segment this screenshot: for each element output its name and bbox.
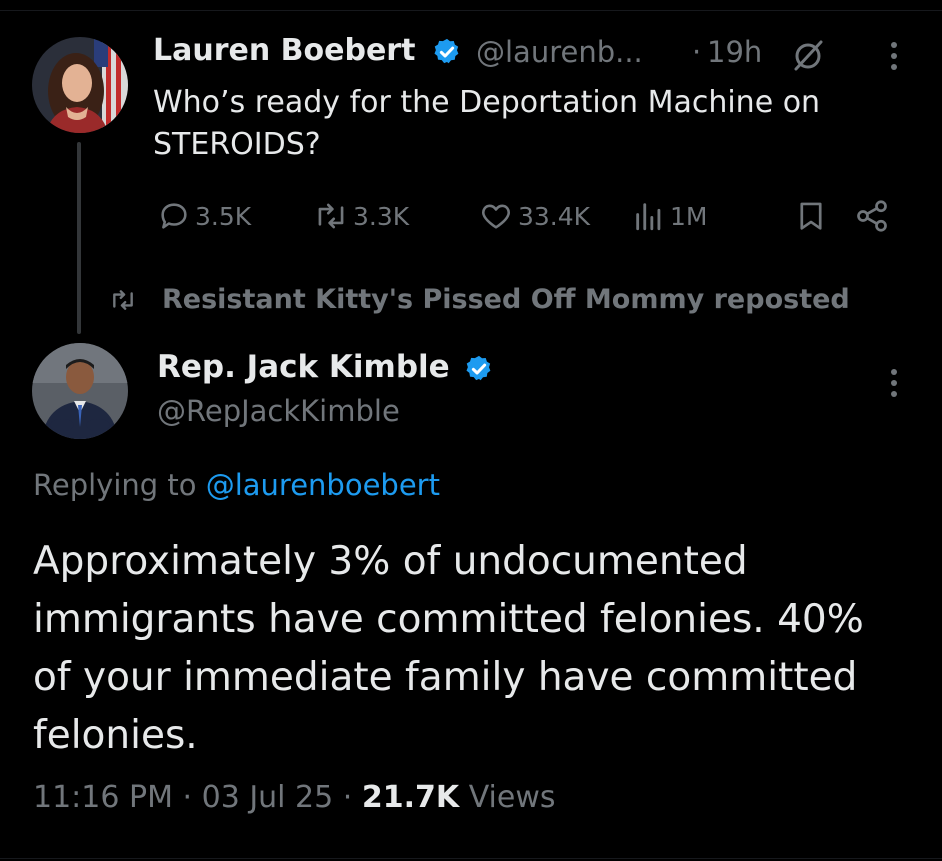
- reply-icon: [161, 203, 187, 229]
- avatar-lauren-boebert[interactable]: [32, 37, 128, 133]
- bottom-divider: [0, 858, 942, 859]
- avatar-image: [32, 343, 128, 439]
- post-text: Approximately 3% of undocumented immigra…: [33, 539, 864, 758]
- heart-icon: [482, 204, 510, 229]
- like-count: 33.4K: [518, 201, 591, 231]
- repost-banner[interactable]: Resistant Kitty's Pissed Off Mommy repos…: [108, 284, 850, 315]
- grok-icon[interactable]: [790, 38, 826, 74]
- verified-badge-icon[interactable]: [464, 354, 494, 384]
- top-divider: [0, 10, 942, 11]
- quoted-author-handle[interactable]: @laurenb...: [476, 35, 643, 69]
- post-time[interactable]: 11:16 PM: [33, 780, 173, 815]
- quoted-timestamp[interactable]: 19h: [707, 35, 762, 69]
- quoted-author-name[interactable]: Lauren Boebert: [153, 33, 415, 68]
- reply-action[interactable]: 3.5K: [157, 196, 251, 236]
- views-action[interactable]: 1M: [632, 196, 707, 236]
- post-view-count[interactable]: 21.7K: [362, 780, 459, 815]
- repost-icon: [318, 203, 344, 229]
- separator-dot: ·: [692, 35, 702, 69]
- replying-to-label: Replying to: [33, 468, 197, 502]
- share-icon[interactable]: [854, 198, 890, 234]
- repost-action[interactable]: 3.3K: [313, 196, 409, 236]
- reply-count: 3.5K: [195, 201, 252, 231]
- post-more-options-icon[interactable]: [884, 369, 904, 402]
- repost-count: 3.3K: [353, 201, 410, 231]
- separator-dot: ·: [342, 780, 353, 815]
- post-views-label: Views: [468, 780, 556, 815]
- bookmark-icon[interactable]: [794, 198, 828, 234]
- repost-banner-text: Resistant Kitty's Pissed Off Mommy repos…: [162, 284, 850, 315]
- post-author-name[interactable]: Rep. Jack Kimble: [157, 349, 450, 385]
- replying-to-link[interactable]: @laurenboebert: [206, 468, 440, 502]
- replying-to: Replying to @laurenboebert: [33, 468, 440, 502]
- quoted-tweet-text: Who’s ready for the Deportation Machine …: [153, 85, 821, 162]
- post-author-handle[interactable]: @RepJackKimble: [157, 394, 400, 428]
- like-action[interactable]: 33.4K: [478, 196, 590, 236]
- verified-badge-icon[interactable]: [432, 37, 462, 67]
- thread-connector-line: [77, 142, 81, 334]
- post-footer: 11:16 PM · 03 Jul 25 · 21.7K Views: [33, 780, 556, 815]
- separator-dot: ·: [182, 780, 193, 815]
- avatar-image: [32, 37, 128, 133]
- avatar-jack-kimble[interactable]: [32, 343, 128, 439]
- quoted-more-options-icon[interactable]: [884, 42, 904, 75]
- post-date[interactable]: 03 Jul 25: [202, 780, 334, 815]
- view-count: 1M: [670, 201, 708, 231]
- views-icon: [636, 203, 661, 231]
- repost-banner-icon: [113, 289, 133, 310]
